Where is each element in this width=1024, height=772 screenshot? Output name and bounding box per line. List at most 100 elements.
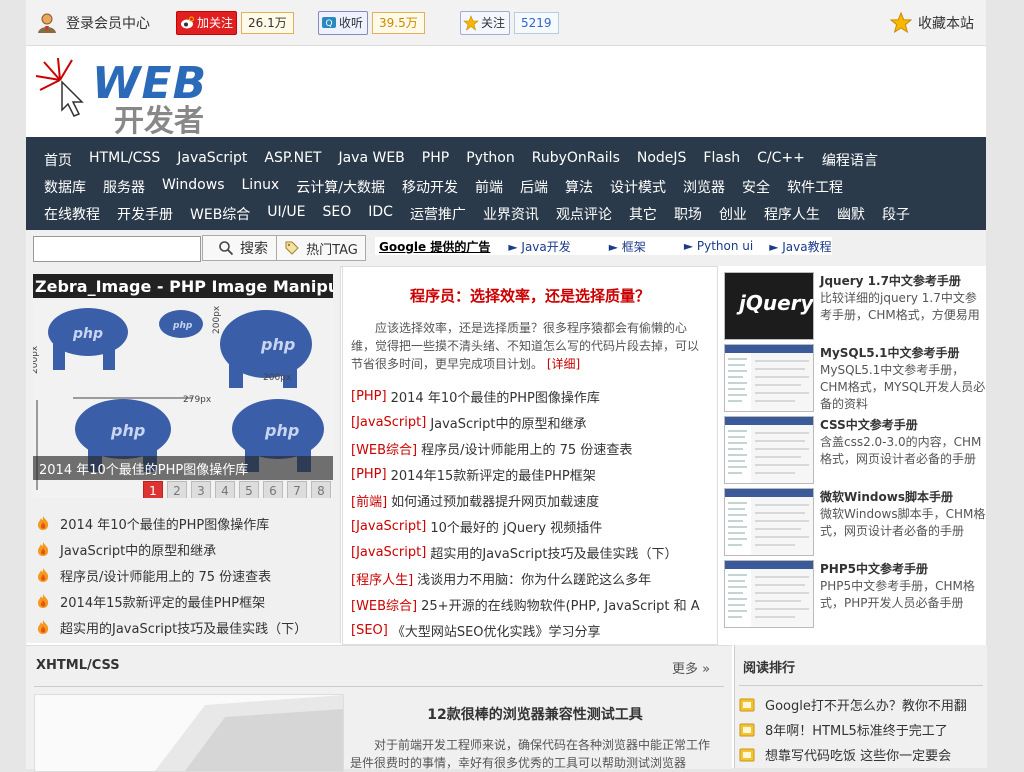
- slider-page-button[interactable]: 5: [239, 481, 259, 498]
- nav-item[interactable]: RubyOnRails: [532, 150, 620, 170]
- weibo-follow-button[interactable]: 加关注: [176, 10, 238, 35]
- slider-page-button[interactable]: 3: [191, 481, 211, 498]
- article-row[interactable]: [JavaScript] JavaScript中的原型和继承: [351, 409, 711, 435]
- nav-item[interactable]: 软件工程: [787, 177, 843, 197]
- manual-title[interactable]: MySQL5.1中文参考手册: [820, 344, 960, 361]
- manual-title[interactable]: PHP5中文参考手册: [820, 560, 928, 577]
- article-title[interactable]: 浅谈用力不用脑：你为什么蹉跎这么多年: [417, 569, 651, 588]
- image-slider[interactable]: php php php php php 200px 200px 279px 20…: [33, 274, 333, 498]
- featured-title[interactable]: 程序员：选择效率，还是选择质量？: [343, 285, 717, 306]
- ranking-item[interactable]: 8年啊！HTML5标准终于完工了: [739, 717, 985, 742]
- ads-link-framework[interactable]: ► 框架: [609, 238, 646, 255]
- nav-item[interactable]: 幽默: [837, 204, 865, 224]
- article-row[interactable]: [PHP] 2014年15款新评定的最佳PHP框架: [351, 461, 711, 487]
- nav-item[interactable]: 开发手册: [117, 204, 173, 224]
- article-title[interactable]: 《大型网站SEO优化实践》学习分享: [392, 621, 601, 640]
- article-row[interactable]: [PHP] 2014 年10个最佳的PHP图像操作库: [351, 383, 711, 409]
- nav-item[interactable]: Windows: [162, 177, 225, 197]
- article-row[interactable]: [SEO] 《大型网站SEO优化实践》学习分享: [351, 617, 711, 643]
- nav-item[interactable]: IDC: [368, 204, 393, 224]
- nav-item[interactable]: JavaScript: [177, 150, 247, 170]
- search-button[interactable]: 搜索: [202, 235, 284, 261]
- article-title[interactable]: 程序员/设计师能用上的 75 份速查表: [421, 439, 632, 458]
- article-title[interactable]: 如何通过预加载器提升网页加载速度: [391, 491, 599, 510]
- article-title[interactable]: 25+开源的在线购物软件(PHP, JavaScript 和 A: [421, 595, 700, 614]
- nav-item[interactable]: 云计算/大数据: [296, 177, 385, 197]
- nav-item[interactable]: UI/UE: [267, 204, 305, 224]
- manual-thumbnail[interactable]: [724, 560, 814, 628]
- manual-thumbnail[interactable]: jQuery: [724, 272, 814, 340]
- login-link[interactable]: 登录会员中心: [36, 0, 150, 45]
- manual-item[interactable]: CSS中文参考手册 含盖css2.0-3.0的内容，CHM格式，网页设计者必备的手…: [724, 416, 984, 484]
- nav-item[interactable]: 在线教程: [44, 204, 100, 224]
- nav-item[interactable]: 移动开发: [402, 177, 458, 197]
- article-title[interactable]: 2014年15款新评定的最佳PHP框架: [391, 465, 596, 484]
- ads-label[interactable]: Google 提供的广告: [379, 238, 490, 255]
- manual-item[interactable]: 微软Windows脚本手册 微软Windows脚本手，CHM格式，网页设计者必备的…: [724, 488, 985, 556]
- list-item[interactable]: 程序员/设计师能用上的 75 份速查表: [36, 562, 307, 588]
- nav-item[interactable]: 服务器: [103, 177, 145, 197]
- nav-item[interactable]: 前端: [475, 177, 503, 197]
- list-item[interactable]: 超实用的JavaScript技巧及最佳实践（下）: [36, 614, 307, 640]
- nav-item[interactable]: HTML/CSS: [89, 150, 160, 170]
- article-category[interactable]: [SEO]: [351, 623, 388, 638]
- slider-page-button[interactable]: 7: [287, 481, 307, 498]
- article-row[interactable]: [前端] 如何通过预加载器提升网页加载速度: [351, 487, 711, 513]
- ads-link-java-tutorial[interactable]: ► Java教程: [769, 238, 831, 255]
- manual-thumbnail[interactable]: [724, 488, 814, 556]
- nav-item[interactable]: 段子: [882, 204, 910, 224]
- article-row[interactable]: [WEB综合] 25+开源的在线购物软件(PHP, JavaScript 和 A: [351, 591, 711, 617]
- manual-title[interactable]: CSS中文参考手册: [820, 416, 918, 433]
- nav-item[interactable]: 浏览器: [683, 177, 725, 197]
- article-title[interactable]: JavaScript中的原型和继承: [430, 413, 586, 432]
- manual-item[interactable]: MySQL5.1中文参考手册 MySQL5.1中文参考手册，CHM格式，MYSQL…: [724, 344, 985, 412]
- slider-caption[interactable]: 2014 年10个最佳的PHP图像操作库: [33, 456, 333, 480]
- section-title[interactable]: XHTML/CSS: [36, 658, 120, 673]
- nav-item[interactable]: 安全: [742, 177, 770, 197]
- nav-item[interactable]: WEB综合: [190, 204, 250, 224]
- ranking-item[interactable]: Google打不开怎么办？教你不用翻: [739, 692, 985, 717]
- ads-link-java-dev[interactable]: ► Java开发: [508, 238, 570, 255]
- article-heading[interactable]: 12款很棒的浏览器兼容性测试工具: [350, 704, 720, 724]
- manual-thumbnail[interactable]: [724, 416, 814, 484]
- nav-item[interactable]: Flash: [703, 150, 740, 170]
- nav-item[interactable]: 程序人生: [764, 204, 820, 224]
- list-item[interactable]: 2014 年10个最佳的PHP图像操作库: [36, 510, 307, 536]
- search-input[interactable]: [33, 236, 201, 262]
- article-category[interactable]: [WEB综合]: [351, 595, 417, 614]
- site-logo[interactable]: WEB 开发者: [30, 52, 230, 139]
- nav-item[interactable]: 职场: [674, 204, 702, 224]
- manual-item[interactable]: jQuery Jquery 1.7中文参考手册 比较详细的jquery 1.7中文参…: [724, 272, 984, 340]
- article-thumbnail[interactable]: [34, 694, 344, 772]
- article-category[interactable]: [程序人生]: [351, 569, 413, 588]
- section-more-link[interactable]: 更多 »: [672, 658, 710, 677]
- manual-item[interactable]: PHP5中文参考手册 PHP5中文参考手册，CHM格式，PHP开发人员必备手册: [724, 560, 984, 628]
- nav-item[interactable]: 首页: [44, 150, 72, 170]
- nav-item[interactable]: 业界资讯: [483, 204, 539, 224]
- article-row[interactable]: [JavaScript] 10个最好的 jQuery 视频插件: [351, 513, 711, 539]
- article-category[interactable]: [PHP]: [351, 467, 387, 482]
- article-title[interactable]: 超实用的JavaScript技巧及最佳实践（下）: [430, 543, 677, 562]
- manual-thumbnail[interactable]: [724, 344, 814, 412]
- nav-item[interactable]: 算法: [565, 177, 593, 197]
- favorite-link[interactable]: 收藏本站: [890, 0, 974, 45]
- nav-item[interactable]: 编程语言: [822, 150, 878, 170]
- shouting-button[interactable]: Q 收听: [318, 10, 369, 35]
- article-title[interactable]: 2014 年10个最佳的PHP图像操作库: [391, 387, 600, 406]
- nav-item[interactable]: 运营推广: [410, 204, 466, 224]
- featured-more-link[interactable]: [详细]: [547, 357, 580, 371]
- slider-page-button[interactable]: 6: [263, 481, 283, 498]
- article-title[interactable]: 10个最好的 jQuery 视频插件: [430, 517, 602, 536]
- slider-page-button[interactable]: 4: [215, 481, 235, 498]
- article-category[interactable]: [PHP]: [351, 389, 387, 404]
- slider-page-button[interactable]: 1: [143, 481, 163, 498]
- nav-item[interactable]: PHP: [422, 150, 449, 170]
- nav-item[interactable]: 后端: [520, 177, 548, 197]
- manual-title[interactable]: Jquery 1.7中文参考手册: [820, 272, 961, 289]
- nav-item[interactable]: 其它: [629, 204, 657, 224]
- nav-item[interactable]: 数据库: [44, 177, 86, 197]
- nav-item[interactable]: 观点评论: [556, 204, 612, 224]
- nav-item[interactable]: C/C++: [757, 150, 805, 170]
- nav-item[interactable]: 设计模式: [610, 177, 666, 197]
- article-category[interactable]: [JavaScript]: [351, 545, 426, 560]
